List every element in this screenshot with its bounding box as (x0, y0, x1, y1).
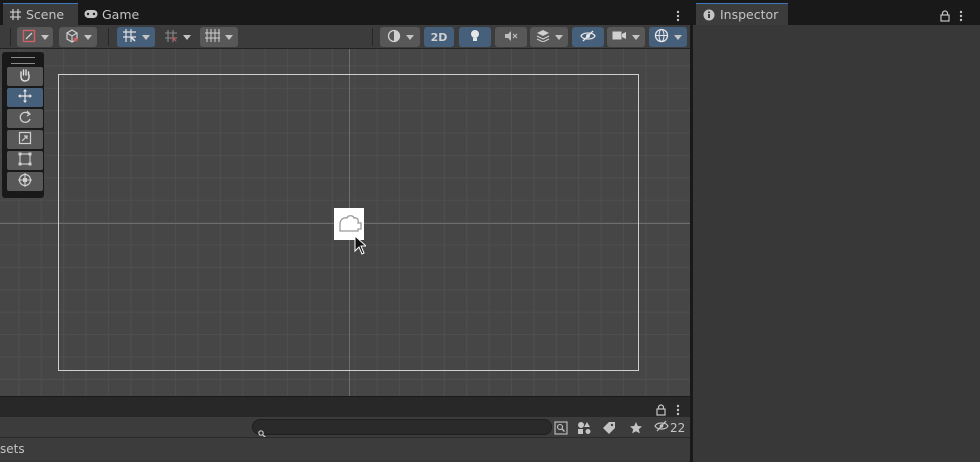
scene-toolbar: 2D (0, 25, 690, 49)
chevron-down-icon (40, 34, 49, 40)
inspector-more-options-icon[interactable] (959, 7, 963, 26)
video-camera-icon (612, 30, 627, 44)
draw-mode-dropdown[interactable] (17, 27, 53, 47)
palette-drag-handle[interactable] (11, 57, 35, 64)
chevron-down-icon (554, 34, 563, 40)
globe-icon (654, 28, 669, 46)
lightbulb-icon (469, 29, 481, 46)
grid-snap-icon (122, 28, 137, 46)
lighting-toggle[interactable] (459, 27, 491, 47)
effects-dropdown[interactable] (530, 27, 568, 47)
chevron-down-icon (632, 34, 640, 40)
hand-tool-button[interactable] (7, 67, 43, 86)
chevron-down-icon (225, 34, 233, 40)
lock-icon[interactable] (940, 7, 950, 26)
gamepad-icon (84, 7, 98, 21)
speaker-muted-icon (504, 30, 518, 45)
gizmos-dropdown[interactable] (649, 27, 687, 47)
shading-mode-dropdown[interactable] (380, 27, 420, 47)
chevron-down-icon (674, 34, 682, 40)
tab-game-label: Game (102, 6, 140, 22)
camera-settings-dropdown[interactable] (607, 27, 645, 47)
scene-window: Scene Game 2D (0, 0, 690, 396)
transform-tool-button[interactable] (7, 172, 43, 191)
hidden-packages-count: 22 (670, 420, 686, 435)
grid-icon (8, 8, 22, 22)
scale-tool-button[interactable] (7, 130, 43, 149)
tab-game[interactable]: Game (84, 3, 144, 25)
move-tool-button[interactable] (7, 88, 43, 107)
chevron-down-icon (83, 34, 92, 40)
project-toolbar: 22 (0, 417, 690, 438)
chevron-down-icon (142, 34, 150, 40)
tab-scene-label: Scene (26, 7, 65, 22)
toolbar-separator (108, 28, 109, 46)
project-tab-bar (0, 397, 690, 417)
audio-toggle[interactable] (495, 27, 527, 47)
tab-scene[interactable]: Scene (3, 3, 78, 25)
breadcrumb-assets-label[interactable]: sets (0, 442, 25, 456)
scene-visibility-toggle[interactable] (572, 27, 604, 47)
info-icon (702, 8, 716, 22)
layers-icon (536, 29, 550, 45)
render-mode-dropdown[interactable] (59, 27, 97, 47)
tab-inspector-label: Inspector (720, 7, 779, 22)
mouse-cursor-icon (354, 234, 368, 259)
rotate-tool-button[interactable] (7, 109, 43, 128)
scene-viewport[interactable] (0, 49, 690, 396)
scene-tab-bar: Scene Game (0, 0, 690, 25)
scale-icon (18, 130, 32, 149)
cube-icon (65, 28, 79, 46)
tab-inspector[interactable]: Inspector (696, 3, 788, 25)
eye-slash-icon (580, 30, 596, 45)
scene-more-options-icon[interactable] (676, 7, 680, 26)
grid-visibility-dropdown[interactable] (200, 27, 238, 47)
hand-icon (18, 67, 32, 86)
rect-tool-button[interactable] (7, 151, 43, 170)
rotate-icon (18, 109, 32, 128)
increment-snap-dropdown[interactable] (159, 27, 195, 47)
hidden-packages-toggle[interactable]: 22 (654, 420, 685, 435)
eye-slash-icon (654, 420, 669, 435)
project-window: 22 sets (0, 397, 690, 462)
breadcrumb: sets (0, 437, 690, 460)
toolbar-separator (10, 28, 11, 46)
transform-combined-icon (18, 172, 32, 191)
draw-mode-icon (22, 29, 36, 46)
sphere-icon (387, 29, 401, 46)
grid-lines-icon (205, 29, 220, 45)
inspector-window: Inspector (693, 0, 980, 462)
toolbar-separator (372, 28, 373, 46)
2d-mode-toggle[interactable]: 2D (424, 27, 454, 47)
grid-snapping-button[interactable] (117, 27, 155, 47)
chevron-down-icon (182, 34, 191, 40)
move-arrows-icon (18, 88, 32, 107)
rect-transform-icon (18, 151, 32, 170)
project-search-input[interactable] (252, 419, 552, 435)
chevron-down-icon (405, 34, 414, 40)
snap-increment-icon (164, 29, 178, 46)
inspector-tab-bar: Inspector (693, 0, 980, 25)
tool-palette (2, 52, 44, 198)
